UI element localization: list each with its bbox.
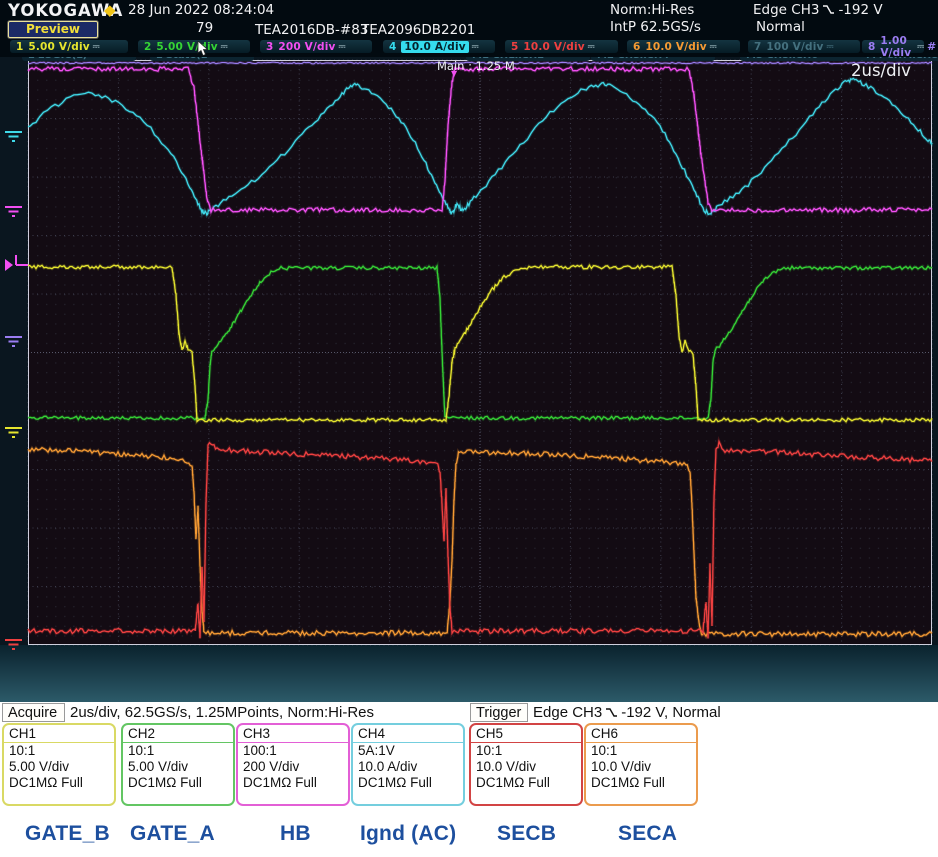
coupling-impedance: DC1MΩ Full	[471, 775, 581, 791]
mouse-cursor-icon	[197, 41, 211, 57]
coupling-impedance: DC1MΩ Full	[238, 775, 348, 791]
coupling-icon: ⎓	[339, 42, 346, 52]
channel-badge-8[interactable]: 81.00 V/div⎓	[862, 40, 924, 53]
annotation-ignd-ac-: Ignd (AC)	[360, 822, 456, 846]
channel-badge-3[interactable]: 3200 V/div⎓	[260, 40, 372, 53]
channel-badge-4[interactable]: 410.0 A/div⎓	[383, 40, 495, 53]
coupling-impedance: DC1MΩ Full	[4, 775, 114, 791]
acquire-label: Acquire	[2, 703, 65, 722]
channel-badge-5[interactable]: 510.0 V/div⎓	[505, 40, 618, 53]
annotation-gate-b: GATE_B	[25, 822, 110, 846]
coupling-icon: ⎓	[827, 42, 834, 52]
trigger-settings: Edge CH3-192 V, Normal	[533, 704, 721, 722]
channel-box-title: CH2	[123, 725, 233, 743]
annotation-hb: HB	[280, 822, 311, 846]
coupling-icon: ⎓	[710, 42, 717, 52]
coupling-icon: ⎓	[221, 42, 228, 52]
coupling-impedance: DC1MΩ Full	[123, 775, 233, 791]
channel-box-ch5[interactable]: CH510:110.0 V/divDC1MΩ Full	[469, 723, 583, 806]
bottom-bezel-gradient	[0, 645, 938, 702]
oscilloscope-screen: YOKOGAWA ◆ 28 Jun 2022 08:24:04 Norm:Hi-…	[0, 0, 938, 857]
annotation-secb: SECB	[497, 822, 556, 846]
vertical-scale: 5.00 V/div	[123, 759, 233, 775]
coupling-impedance: DC1MΩ Full	[586, 775, 696, 791]
vertical-scale: 10.0 V/div	[586, 759, 696, 775]
vertical-scale: 10.0 A/div	[353, 759, 463, 775]
channel-box-ch3[interactable]: CH3100:1200 V/divDC1MΩ Full	[236, 723, 350, 806]
channel-box-title: CH5	[471, 725, 581, 743]
probe-ratio: 5A:1V	[353, 743, 463, 759]
channel-box-title: CH4	[353, 725, 463, 743]
channel-box-ch2[interactable]: CH210:15.00 V/divDC1MΩ Full	[121, 723, 235, 806]
vertical-scale: 200 V/div	[238, 759, 348, 775]
trigger-label: Trigger	[470, 703, 528, 722]
sample-rate: IntP 62.5GS/s	[610, 19, 701, 35]
device-label-2: TEA2096DB2201	[361, 22, 475, 38]
channel-badge-1[interactable]: 15.00 V/div⎓	[10, 40, 128, 53]
waveform-display	[0, 57, 938, 702]
coupling-impedance: DC1MΩ Full	[353, 775, 463, 791]
coupling-icon: ⎓	[93, 42, 100, 52]
datetime: 28 Jun 2022 08:24:04	[128, 2, 274, 18]
channel-box-ch6[interactable]: CH610:110.0 V/divDC1MΩ Full	[584, 723, 698, 806]
preview-button[interactable]: Preview	[8, 21, 98, 38]
channel-badge-2[interactable]: 25.00 V/div⎓	[138, 40, 250, 53]
vertical-scale: 10.0 V/div	[471, 759, 581, 775]
trigger-mode: Normal	[756, 19, 805, 35]
trigger-position-icon[interactable]: ▼	[451, 69, 457, 78]
annotation-gate-a: GATE_A	[130, 822, 215, 846]
device-label-1: TEA2016DB-#83	[255, 22, 368, 38]
channel-box-title: CH6	[586, 725, 696, 743]
trigger-summary: Edge CH3-192 V	[753, 2, 883, 19]
probe-ratio: 10:1	[471, 743, 581, 759]
probe-ratio: 100:1	[238, 743, 348, 759]
falling-edge-icon	[822, 3, 835, 19]
probe-ratio: 10:1	[586, 743, 696, 759]
channel-box-ch4[interactable]: CH45A:1V10.0 A/divDC1MΩ Full	[351, 723, 465, 806]
probe-ratio: 10:1	[4, 743, 114, 759]
counter-value: 79	[196, 20, 213, 36]
status-row: Acquire 2us/div, 62.5GS/s, 1.25MPoints, …	[0, 702, 938, 723]
coupling-icon: ⎓	[472, 42, 479, 52]
channel-box-ch1[interactable]: CH110:15.00 V/divDC1MΩ Full	[2, 723, 116, 806]
vertical-scale: 5.00 V/div	[4, 759, 114, 775]
channel-box-title: CH3	[238, 725, 348, 743]
coupling-icon: ⎓	[588, 42, 595, 52]
timebase-readout: 2us/div	[851, 61, 911, 80]
record-length-bar: Main : 1.25 M	[437, 59, 515, 73]
coupling-icon: ⎓	[917, 42, 924, 52]
channel-badge-7[interactable]: 7100 V/div⎓	[748, 40, 860, 53]
falling-edge-icon	[605, 705, 618, 722]
acquisition-mode: Norm:Hi-Res	[610, 2, 694, 18]
channel-box-title: CH1	[4, 725, 114, 743]
annotation-seca: SECA	[618, 822, 677, 846]
probe-ratio: 10:1	[123, 743, 233, 759]
yokogawa-diamond-icon: ◆	[104, 1, 116, 19]
ch8-hash-indicator: #	[927, 40, 936, 53]
acquire-settings: 2us/div, 62.5GS/s, 1.25MPoints, Norm:Hi-…	[70, 704, 374, 721]
channel-badge-6[interactable]: 610.0 V/div⎓	[627, 40, 740, 53]
